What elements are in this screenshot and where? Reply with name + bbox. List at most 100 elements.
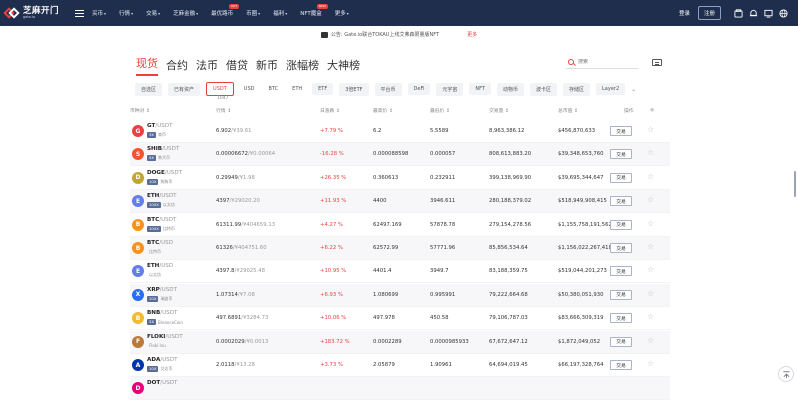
trade-button[interactable]: 交易 bbox=[610, 219, 632, 230]
scrollbar-thumb[interactable] bbox=[794, 171, 796, 197]
table-row[interactable]: X XRP/USDT 10X 瑞波币 1.07314/¥7.08 +6.93 % 1.080… bbox=[130, 283, 670, 307]
favorite-star-icon[interactable]: ☆ bbox=[647, 148, 654, 157]
filter-chip[interactable]: DeFi bbox=[407, 83, 431, 95]
menu-icon[interactable] bbox=[75, 9, 85, 17]
search-box[interactable] bbox=[566, 56, 638, 69]
register-button[interactable]: 注册 bbox=[697, 6, 721, 20]
wallet-icon[interactable] bbox=[734, 8, 743, 18]
filter-chip[interactable]: BTC bbox=[264, 83, 282, 95]
pair-name[interactable]: BTC/USD bbox=[147, 240, 173, 246]
nav-link[interactable]: 最优路币 HOT bbox=[211, 4, 240, 17]
nav-link[interactable]: NFT魔盒 NEW bbox=[300, 4, 328, 17]
favorite-star-icon[interactable]: ☆ bbox=[647, 195, 654, 204]
filter-chip[interactable]: 平台币 bbox=[374, 82, 402, 96]
trade-button[interactable]: 交易 bbox=[610, 360, 632, 370]
pair-name[interactable]: FLOKI/USDT bbox=[147, 334, 183, 340]
table-row[interactable]: F FLOKI/USDT Floki Inu 0.0002029/¥0.0013 +18… bbox=[130, 330, 670, 354]
favorite-star-icon[interactable]: ☆ bbox=[647, 242, 654, 251]
pair-name[interactable]: BTC/USDT bbox=[147, 217, 176, 223]
nav-link[interactable]: 币圈 ▾ bbox=[246, 9, 260, 18]
column-header[interactable]: 交易量 ↕ bbox=[489, 107, 509, 114]
table-row[interactable]: B BTC/USD 比特币 61326/¥404751.60 +6.22 % 62572.… bbox=[130, 237, 670, 260]
column-header[interactable]: 日涨跌 ↕ bbox=[320, 107, 340, 114]
trade-button[interactable]: 交易 bbox=[610, 289, 632, 300]
pair-name[interactable]: BNB/USDT bbox=[147, 310, 177, 316]
filter-chip[interactable]: 动物币 bbox=[496, 82, 524, 96]
download-icon[interactable] bbox=[764, 9, 773, 18]
column-header[interactable]: 最低价 ↕ bbox=[430, 107, 450, 114]
filter-chip[interactable]: 自选区 bbox=[135, 82, 163, 96]
pair-name[interactable]: GT/USDT bbox=[147, 123, 173, 129]
trade-button[interactable]: 交易 bbox=[610, 149, 632, 160]
filter-chip[interactable]: Layer2 bbox=[596, 83, 626, 95]
filter-chip[interactable]: ETH bbox=[288, 83, 306, 95]
favorite-star-icon[interactable]: ☆ bbox=[647, 265, 654, 274]
filter-chip[interactable]: ETF bbox=[312, 83, 334, 95]
column-header[interactable]: 操作 bbox=[624, 107, 634, 114]
table-row[interactable]: G GT/USDT 3X 商币 6.902/¥39.61 +7.79 % 6.2 5.5589… bbox=[130, 120, 670, 143]
trade-button[interactable]: 交易 bbox=[610, 196, 632, 207]
filter-chip[interactable]: USDT bbox=[206, 82, 234, 96]
trade-button[interactable]: 交易 bbox=[610, 336, 632, 347]
pair-name[interactable]: ETH/USDT bbox=[147, 193, 177, 199]
favorite-star-icon[interactable]: ☆ bbox=[647, 289, 654, 298]
column-header[interactable]: 最高价 ↕ bbox=[373, 107, 393, 114]
favorite-header-icon[interactable]: ★ bbox=[649, 106, 655, 114]
trade-button[interactable]: 交易 bbox=[610, 243, 632, 253]
nav-link[interactable]: 交易 ▾ bbox=[146, 9, 160, 18]
market-tab[interactable]: 现货 bbox=[136, 55, 158, 76]
market-tab[interactable]: 借贷 bbox=[226, 57, 248, 76]
trade-button[interactable]: 交易 bbox=[610, 313, 632, 324]
table-row[interactable]: E ETH/USD 以太坊 4397.8/¥29025.48 +10.95 % 4401.… bbox=[130, 260, 670, 284]
chevron-down-icon[interactable]: ⌄ bbox=[631, 86, 636, 93]
filter-chip[interactable]: USD bbox=[240, 83, 259, 95]
favorite-star-icon[interactable]: ☆ bbox=[647, 172, 654, 181]
globe-icon[interactable] bbox=[779, 8, 788, 18]
favorite-star-icon[interactable]: ☆ bbox=[647, 359, 654, 368]
table-row[interactable]: B BNB/USDT 5X BinanceCoin 497.6891/¥3284.73 +… bbox=[130, 307, 670, 331]
market-tab[interactable]: 合约 bbox=[166, 57, 188, 76]
market-tab[interactable]: 法币 bbox=[196, 57, 218, 76]
nav-link[interactable]: 更多 ▾ bbox=[335, 9, 349, 18]
filter-chip[interactable]: 元宇宙 bbox=[436, 82, 464, 96]
pair-name[interactable]: XRP/USDT bbox=[147, 287, 177, 293]
column-header[interactable]: 币种对 ↕ bbox=[130, 107, 150, 114]
trade-button[interactable]: 交易 bbox=[610, 266, 632, 277]
filter-chip[interactable]: 3倍ETF bbox=[339, 82, 369, 96]
table-row[interactable]: D DOT/USDT bbox=[130, 377, 670, 400]
filter-chip[interactable]: 已有资产 bbox=[168, 82, 201, 96]
pair-name[interactable]: SHIB/USDT bbox=[147, 146, 179, 152]
nav-link[interactable]: 行情 ▾ bbox=[119, 9, 133, 18]
search-input[interactable] bbox=[578, 59, 633, 65]
filter-chip[interactable]: 波卡区 bbox=[529, 82, 557, 96]
pair-name[interactable]: ADA/USDT bbox=[147, 357, 178, 363]
column-header[interactable]: 行情 ↕ bbox=[216, 107, 231, 114]
table-row[interactable]: S SHIB/USDT 5X 柴犬币 0.00006672/¥0.00064 -16.28… bbox=[130, 143, 670, 167]
favorite-star-icon[interactable]: ☆ bbox=[647, 336, 654, 345]
table-row[interactable]: D DOGE/USDT 10X 狗狗币 0.29949/¥1.98 +26.35 % 0.3… bbox=[130, 167, 670, 190]
favorite-star-icon[interactable]: ☆ bbox=[647, 125, 654, 134]
favorite-star-icon[interactable]: ☆ bbox=[647, 219, 654, 228]
pair-name[interactable]: DOGE/USDT bbox=[147, 170, 182, 176]
pair-name[interactable]: ETH/USD bbox=[147, 263, 173, 269]
table-row[interactable]: E ETH/USDT 100X 以太坊 4397/¥29020.20 +11.93 % 44… bbox=[130, 190, 670, 214]
keyboard-icon[interactable] bbox=[652, 59, 662, 66]
table-row[interactable]: A ADA/USDT 10X 艾达币 2.0118/¥13.28 +3.73 % 2.058… bbox=[130, 354, 670, 377]
trade-button[interactable]: 交易 bbox=[610, 172, 632, 183]
nav-link[interactable]: 买币 ▾ bbox=[92, 9, 106, 18]
filter-chip[interactable]: NFT bbox=[469, 83, 491, 95]
announcement-more-link[interactable]: 更多 bbox=[467, 32, 477, 38]
back-to-top-button[interactable] bbox=[778, 366, 794, 382]
bell-icon[interactable] bbox=[749, 9, 758, 18]
trade-button[interactable]: 交易 bbox=[610, 126, 632, 136]
column-header[interactable]: 总市值 ↕ bbox=[558, 107, 578, 114]
logo[interactable]: 芝麻开门 gate.io bbox=[3, 6, 59, 20]
nav-link[interactable]: 芝麻金融 ▾ bbox=[173, 9, 198, 18]
table-row[interactable]: B BTC/USDT 100X 比特币 61311.99/¥404659.13 +4.27… bbox=[130, 214, 670, 237]
filter-chip[interactable]: 存储区 bbox=[563, 82, 591, 96]
announcement-text[interactable]: 公告: Gate.io联合TOKAU上线艾弗森限量版NFT bbox=[331, 32, 439, 38]
nav-link[interactable]: 福利 ▾ bbox=[273, 9, 287, 18]
login-link[interactable]: 登录 bbox=[679, 9, 690, 17]
market-tab[interactable]: 涨幅榜 bbox=[286, 57, 319, 76]
market-tab[interactable]: 大神榜 bbox=[327, 57, 360, 76]
